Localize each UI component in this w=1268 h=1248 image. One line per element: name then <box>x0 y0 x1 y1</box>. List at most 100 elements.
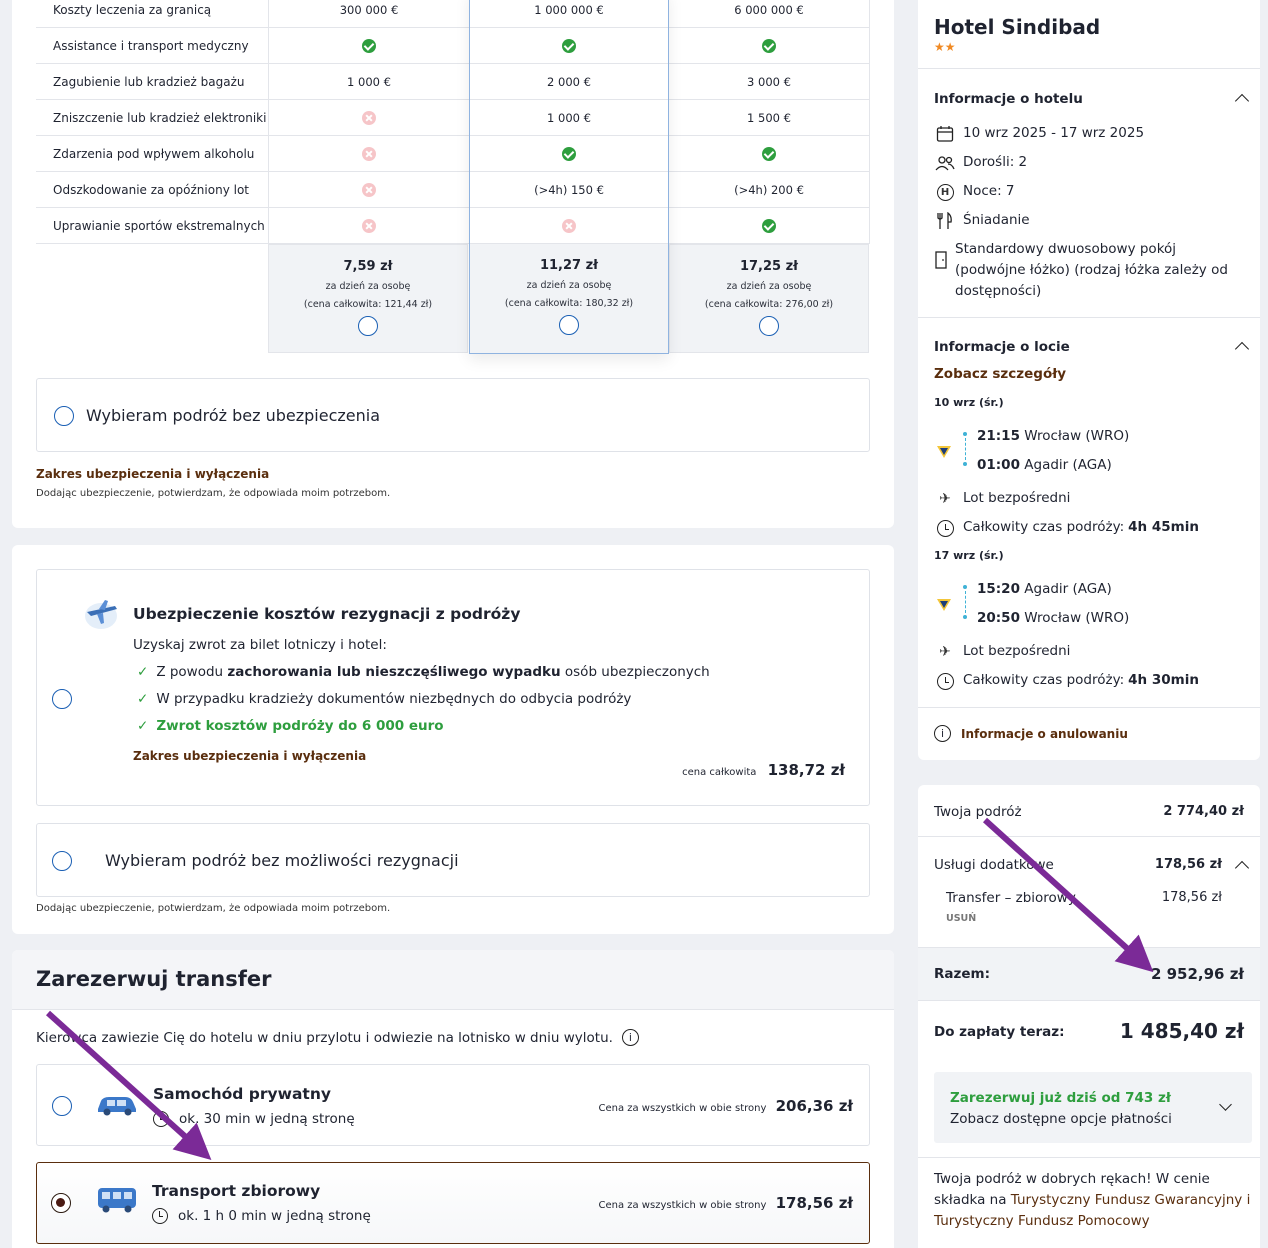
promo-subtitle: Zobacz dostępne opcje płatności <box>950 1111 1172 1127</box>
cancellation-intro: Uzyskaj zwrot za bilet lotniczy i hotel: <box>133 637 387 653</box>
cutlery-icon <box>934 212 956 230</box>
checkmark-icon: ✓ <box>137 718 149 734</box>
flight-leg-2-arrival: 20:50 Wrocław (WRO) <box>977 610 1130 626</box>
cancellation-benefit-2: ✓ W przypadku kradzieży dokumentów niezbę… <box>137 691 632 707</box>
insurance-premium-radio[interactable] <box>759 316 779 336</box>
transfer-shared-name: Transport zbiorowy <box>152 1182 321 1200</box>
pay-now-label: Do zapłaty teraz: <box>934 1024 1065 1040</box>
transfer-private-name: Samochód prywatny <box>153 1085 331 1103</box>
extras-value: 178,56 zł <box>1154 857 1222 872</box>
table-row: Assistance i transport medyczny <box>36 28 870 64</box>
coverage-label: Zagubienie lub kradzież bagażu <box>53 75 245 89</box>
chevron-up-icon[interactable] <box>1234 860 1250 876</box>
cross-icon <box>269 100 469 136</box>
table-row: Koszty leczenia za granicą 300 000 €1 000… <box>36 0 870 28</box>
checkmark-icon: ✓ <box>137 691 149 707</box>
flight-timeline <box>963 585 967 619</box>
coverage-value: 3 000 € <box>747 75 791 89</box>
no-insurance-radio[interactable] <box>54 406 74 426</box>
payment-options-box[interactable]: Zarezerwuj już dziś od 743 zł Zobacz dos… <box>934 1072 1252 1143</box>
chevron-down-icon[interactable] <box>1219 1098 1232 1111</box>
coverage-label: Uprawianie sportów ekstremalnych <box>53 219 265 233</box>
chevron-up-icon[interactable] <box>1234 341 1250 357</box>
price-col-premium[interactable]: 17,25 zł za dzień za osobę (cena całkowi… <box>669 244 869 353</box>
trip-value: 2 774,40 zł <box>1163 804 1244 819</box>
hotel-stars: ★★ <box>934 40 956 54</box>
cross-icon <box>269 208 469 244</box>
promo-title: Zarezerwuj już dziś od 743 zł <box>950 1090 1171 1106</box>
cancellation-radio[interactable] <box>52 689 72 709</box>
insurance-scope-link[interactable]: Zakres ubezpieczenia i wyłączenia <box>36 467 269 481</box>
trip-label: Twoja podróż <box>934 804 1022 820</box>
price-col-basic[interactable]: 7,59 zł za dzień za osobę (cena całkowit… <box>268 244 468 353</box>
hotel-board: Śniadanie <box>934 212 1030 230</box>
info-icon: i <box>934 725 951 742</box>
no-cancellation-label: Wybieram podróż bez możliwości rezygnacj… <box>105 851 459 870</box>
coverage-label: Zniszczenie lub kradzież elektroniki <box>53 111 267 125</box>
flight-leg-2-direct: ✈ Lot bezpośredni <box>934 643 1070 661</box>
clock-icon <box>934 519 956 537</box>
table-row: Odszkodowanie za opóźniony lot (>4h) 150 … <box>36 172 870 208</box>
flight-timeline <box>963 432 967 466</box>
insurance-basic-radio[interactable] <box>358 316 378 336</box>
cross-icon <box>269 136 469 172</box>
info-icon[interactable]: i <box>621 1029 639 1046</box>
plane-icon: ✈ <box>939 491 951 507</box>
flight-leg-2-departure: 15:20 Agadir (AGA) <box>977 581 1112 597</box>
transfer-line-label: Transfer – zbiorowy <box>946 890 1076 906</box>
chevron-up-icon[interactable] <box>1234 93 1250 109</box>
coverage-label: Zdarzenia pod wpływem alkoholu <box>53 147 255 161</box>
transfer-option-shared[interactable]: Transport zbiorowy ok. 1 h 0 min w jedną… <box>36 1162 870 1244</box>
no-cancellation-radio[interactable] <box>52 851 72 871</box>
calendar-icon <box>934 125 956 143</box>
flight-leg-1-direct: ✈ Lot bezpośredni <box>934 490 1070 508</box>
coverage-label: Odszkodowanie za opóźniony lot <box>53 183 249 197</box>
hotel-icon: H <box>934 183 956 201</box>
flight-leg-1-arrival: 01:00 Agadir (AGA) <box>977 457 1112 473</box>
cancellation-total: cena całkowita 138,72 zł <box>682 761 845 779</box>
cancellation-disclaimer: Dodając ubezpieczenie, potwierdzam, że o… <box>36 903 391 914</box>
hotel-nights: H Noce: 7 <box>934 183 1015 201</box>
plane-umbrella-icon <box>81 594 121 632</box>
transfer-option-private[interactable]: Samochód prywatny ok. 30 min w jedną str… <box>36 1064 870 1146</box>
selected-column-frame <box>469 0 669 354</box>
transfer-shared-radio[interactable] <box>51 1193 71 1213</box>
cancellation-scope-link[interactable]: Zakres ubezpieczenia i wyłączenia <box>133 749 366 763</box>
trust-text: Twoja podróż w dobrych rękach! W cenie s… <box>934 1171 1251 1229</box>
no-cancellation-option[interactable]: Wybieram podróż bez możliwości rezygnacj… <box>36 823 870 897</box>
hotel-country-code: MA <box>934 0 951 3</box>
insurance-disclaimer: Dodając ubezpieczenie, potwierdzam, że o… <box>36 488 391 499</box>
check-icon <box>669 136 869 172</box>
check-icon <box>669 208 869 244</box>
coverage-value: 300 000 € <box>339 3 399 17</box>
transfer-description: Kierowca zawiezie Cię do hotelu w dniu p… <box>36 1029 639 1046</box>
pay-now-value: 1 485,40 zł <box>1119 1019 1244 1043</box>
flight-info-title[interactable]: Informacje o locie <box>934 339 1070 355</box>
transfer-shared-time: ok. 1 h 0 min w jedną stronę <box>152 1208 371 1224</box>
cancellation-option[interactable]: Ubezpieczenie kosztów rezygnacji z podró… <box>36 569 870 806</box>
coverage-label: Koszty leczenia za granicą <box>53 3 212 17</box>
hotel-info-title[interactable]: Informacje o hotelu <box>934 91 1083 107</box>
clock-icon <box>934 672 956 690</box>
no-insurance-option[interactable]: Wybieram podróż bez ubezpieczenia <box>36 378 870 452</box>
price-summary-card: Twoja podróż 2 774,40 zł Usługi dodatkow… <box>918 785 1260 1248</box>
total-value: 2 952,96 zł <box>1150 965 1244 983</box>
car-icon <box>95 1093 139 1121</box>
flight-details-link[interactable]: Zobacz szczegóły <box>934 366 1066 382</box>
table-row: Zagubienie lub kradzież bagażu 1 000 €2 0… <box>36 64 870 100</box>
transfer-private-price: Cena za wszystkich w obie strony 206,36 … <box>598 1097 853 1115</box>
cancel-info[interactable]: i Informacje o anulowaniu <box>934 725 1128 742</box>
door-icon <box>934 251 948 269</box>
coverage-value: (>4h) 200 € <box>734 183 804 197</box>
remove-transfer-button[interactable]: USUŃ <box>946 913 976 924</box>
flight-leg-1-date: 10 wrz (śr.) <box>934 396 1004 409</box>
hotel-name: Hotel Sindibad <box>934 15 1101 39</box>
extras-label[interactable]: Usługi dodatkowe <box>934 857 1054 873</box>
check-icon <box>269 28 469 64</box>
bus-icon <box>95 1185 139 1219</box>
cancellation-benefit-1: ✓ Z powodu zachorowania lub nieszczęśliwe… <box>137 664 710 680</box>
transfer-private-radio[interactable] <box>52 1096 72 1116</box>
transfer-private-time: ok. 30 min w jedną stronę <box>153 1111 355 1127</box>
flight-leg-1-departure: 21:15 Wrocław (WRO) <box>977 428 1130 444</box>
table-row: Zniszczenie lub kradzież elektroniki 1 00… <box>36 100 870 136</box>
